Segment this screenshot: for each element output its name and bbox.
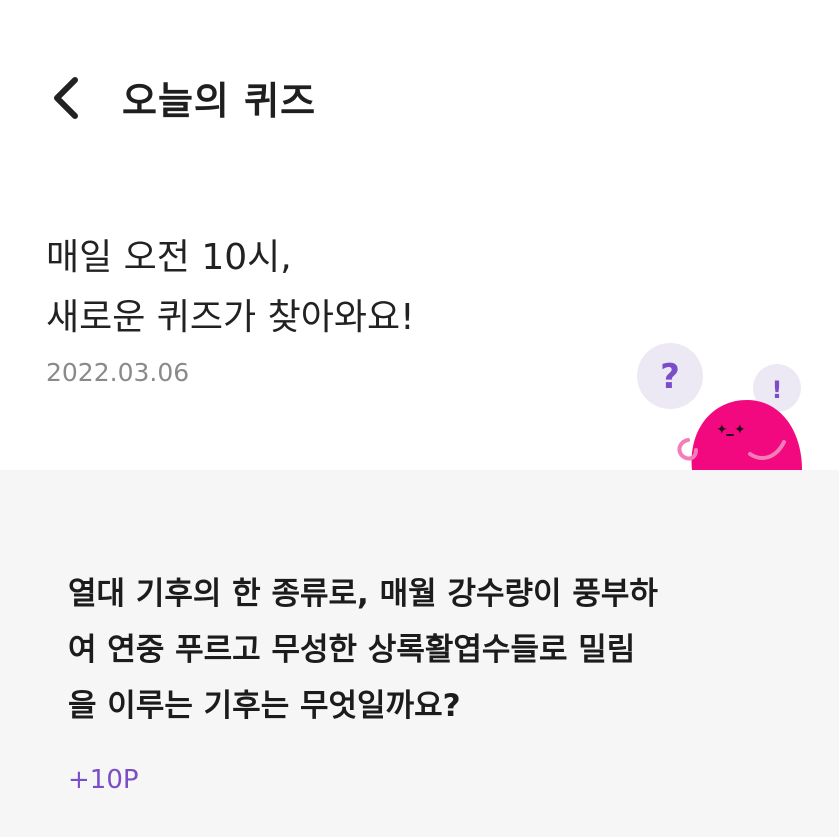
quiz-date: 2022.03.06 <box>46 358 190 387</box>
exclamation-mark: ! <box>772 376 783 404</box>
question-mark: ? <box>660 357 680 397</box>
quiz-question: 열대 기후의 한 종류로, 매월 강수량이 풍부하 여 연중 푸르고 무성한 상… <box>68 566 788 734</box>
quiz-question-line-1: 열대 기후의 한 종류로, 매월 강수량이 풍부하 <box>68 576 658 612</box>
page-title: 오늘의 퀴즈 <box>122 79 317 123</box>
quiz-mascot-illustration: ? ! ✦ ✦ <box>637 343 802 470</box>
chevron-left-icon <box>54 77 78 119</box>
mascot-eye-right: ✦ <box>734 422 746 438</box>
header: 오늘의 퀴즈 <box>0 0 839 190</box>
back-button[interactable] <box>40 72 92 124</box>
intro-section: 매일 오전 10시, 새로운 퀴즈가 찾아와요! 2022.03.06 <box>46 228 606 387</box>
intro-headline-line-1: 매일 오전 10시, <box>46 237 292 278</box>
quiz-page: 오늘의 퀴즈 매일 오전 10시, 새로운 퀴즈가 찾아와요! 2022.03.… <box>0 0 839 837</box>
mascot-body <box>691 400 802 470</box>
quiz-question-line-2: 여 연중 푸르고 무성한 상록활엽수들로 밀림 <box>68 632 636 668</box>
quiz-question-line-3: 을 이루는 기후는 무엇일까요? <box>68 688 461 724</box>
question-panel: 열대 기후의 한 종류로, 매월 강수량이 풍부하 여 연중 푸르고 무성한 상… <box>0 470 839 837</box>
reward-points: +10P <box>68 765 139 795</box>
intro-headline-line-2: 새로운 퀴즈가 찾아와요! <box>46 297 415 338</box>
